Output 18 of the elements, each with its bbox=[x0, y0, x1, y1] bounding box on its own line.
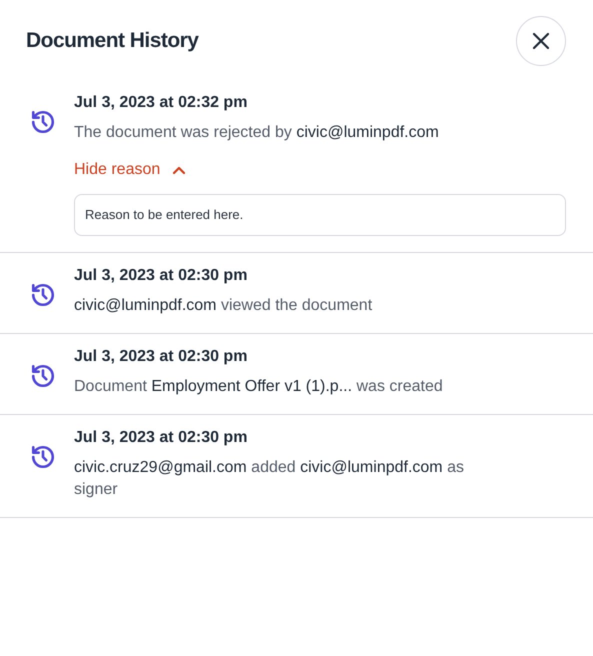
chevron-icon bbox=[172, 165, 186, 175]
reason-field: Reason to be entered here. bbox=[74, 194, 566, 236]
entry-date: Jul 3, 2023 at 02:30 pm bbox=[74, 428, 248, 448]
entry-date: Jul 3, 2023 at 02:32 pm bbox=[74, 93, 248, 113]
reason-toggle[interactable]: Hide reason bbox=[74, 158, 186, 182]
entry-message: Document Employment Offer v1 (1).p... was created bbox=[74, 376, 444, 396]
entry-message: civic@luminpdf.com viewed the document bbox=[74, 296, 374, 316]
history-icon bbox=[30, 362, 56, 388]
entry-message: The document was rejected by civic@luminpdf.com bbox=[74, 123, 440, 143]
history-icon bbox=[30, 282, 56, 308]
entry-date: Jul 3, 2023 at 02:30 pm bbox=[74, 346, 248, 366]
entry-message: civic.cruz29@gmail.com added civic@luminpdf.com as signer bbox=[74, 458, 465, 500]
history-icon bbox=[30, 109, 56, 135]
close-button[interactable] bbox=[516, 16, 566, 66]
history-icon bbox=[30, 444, 56, 470]
panel-title: Document History bbox=[26, 28, 198, 54]
close-icon bbox=[532, 32, 550, 50]
entry-date: Jul 3, 2023 at 02:30 pm bbox=[74, 266, 248, 286]
